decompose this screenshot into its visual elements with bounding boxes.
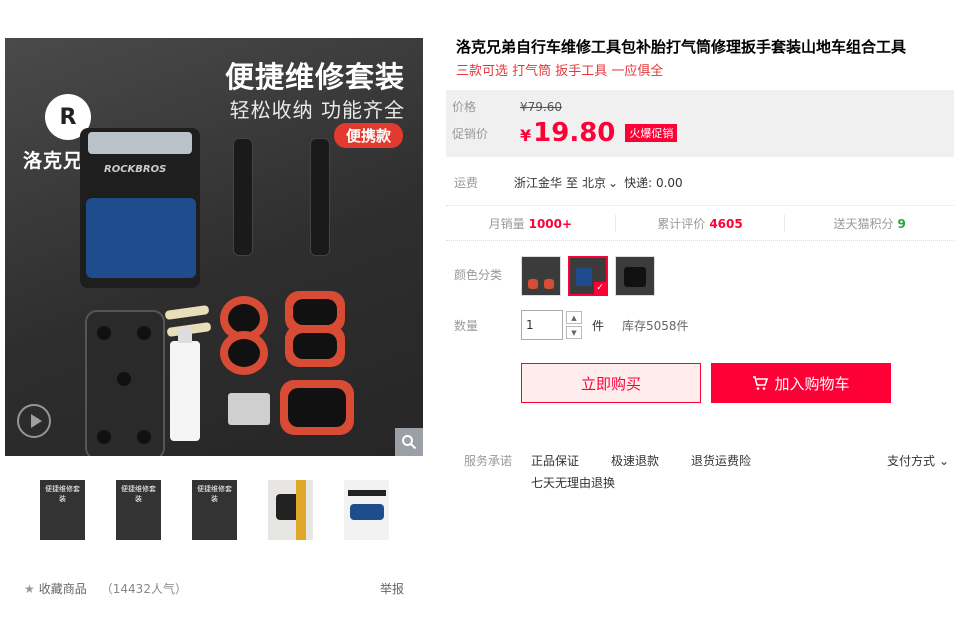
popularity-count: （14432人气） (100, 582, 187, 596)
glue-tube-image (170, 327, 200, 441)
zoom-icon[interactable] (395, 428, 423, 456)
multitool-image (85, 310, 165, 456)
shipping-row: 运费 浙江金华 至 北京 ⌄ 快递: 0.00 (454, 174, 683, 191)
image-headline: 便捷维修套装 (224, 60, 405, 94)
patch-image (285, 325, 345, 367)
color-option[interactable] (615, 256, 655, 296)
original-price: ¥79.60 (520, 99, 562, 114)
product-title: 洛克兄弟自行车维修工具包补胎打气筒修理扳手套装山地车组合工具 (456, 38, 907, 56)
color-option[interactable] (521, 256, 561, 296)
promo-price-label: 促销价 (452, 126, 489, 141)
stock-count: 库存5058件 (622, 318, 689, 333)
stats-bar: 月销量 1000+ 累计评价 4605 送天猫积分 9 (446, 205, 954, 241)
add-to-cart-button[interactable]: 加入购物车 (711, 363, 891, 403)
sandpaper-image (228, 393, 270, 425)
thumbnail[interactable] (344, 480, 389, 540)
thumbnail[interactable]: 便捷维修套装 (192, 480, 237, 540)
service-item[interactable]: 正品保证 (531, 452, 579, 469)
color-option-selected[interactable]: ✓ (568, 256, 608, 296)
glue-stick-image (164, 304, 210, 321)
favorite-link[interactable]: ★ 收藏商品 （14432人气） (24, 580, 187, 597)
increase-button[interactable]: ▲ (566, 311, 582, 324)
promo-tag: 火爆促销 (625, 124, 678, 142)
chevron-down-icon: ⌄ (608, 175, 619, 190)
tire-lever-image (233, 138, 253, 256)
quantity-row: 数量 1 ▲ ▼ 件 库存5058件 (454, 310, 689, 340)
ship-origin: 浙江金华 (514, 176, 563, 190)
buy-now-button[interactable]: 立即购买 (521, 363, 701, 403)
thumbnail[interactable]: 便捷维修套装 (116, 480, 161, 540)
price-label: 价格 (452, 100, 477, 114)
quantity-input[interactable]: 1 (521, 310, 563, 340)
service-item[interactable]: 七天无理由退换 (531, 474, 615, 491)
price-box: 价格 ¥79.60 促销价 ¥19.80 火爆促销 (446, 90, 954, 157)
destination-selector[interactable]: 北京 ⌄ (582, 174, 618, 191)
thumbnail-strip: 便捷维修套装 便捷维修套装 便捷维修套装 (40, 480, 389, 540)
payment-methods-dropdown[interactable]: 支付方式 ⌄ (887, 452, 949, 469)
review-count[interactable]: 累计评价 4605 (616, 214, 786, 232)
product-subtitle: 三款可选 打气筒 扳手工具 一应俱全 (456, 64, 664, 79)
express-fee: 快递: 0.00 (624, 176, 683, 190)
monthly-sales: 月销量 1000+ (446, 214, 616, 232)
color-options: ✓ (521, 256, 655, 296)
decrease-button[interactable]: ▼ (566, 326, 582, 339)
quantity-stepper: ▲ ▼ (566, 311, 582, 339)
portable-badge: 便携款 (333, 123, 403, 148)
tmall-points: 送天猫积分 9 (833, 216, 906, 231)
image-subline: 轻松收纳 功能齐全 (229, 98, 405, 122)
tool-bag-image: ROCKBROS (80, 128, 200, 288)
service-label: 服务承诺 (464, 454, 513, 468)
chevron-down-icon: ⌄ (939, 453, 950, 468)
service-item[interactable]: 极速退款 (611, 452, 659, 469)
main-product-image[interactable]: R 洛克兄弟 便捷维修套装 轻松收纳 功能齐全 便携款 ROCKBROS (5, 38, 423, 456)
thumbnail[interactable] (268, 480, 313, 540)
color-label-row: 颜色分类 (454, 268, 503, 282)
service-item[interactable]: 退货运费险 (691, 452, 751, 469)
promo-price: ¥19.80 (520, 118, 616, 148)
play-video-icon[interactable] (17, 404, 51, 438)
tire-lever-image (310, 138, 330, 256)
service-items: 正品保证 极速退款 退货运费险 (531, 452, 751, 469)
report-link[interactable]: 举报 (380, 580, 404, 597)
cart-icon (753, 376, 769, 390)
check-icon: ✓ (594, 282, 606, 294)
patch-image (280, 380, 354, 435)
patch-image (220, 331, 268, 375)
star-icon: ★ (24, 581, 35, 596)
thumbnail[interactable]: 便捷维修套装 (40, 480, 85, 540)
